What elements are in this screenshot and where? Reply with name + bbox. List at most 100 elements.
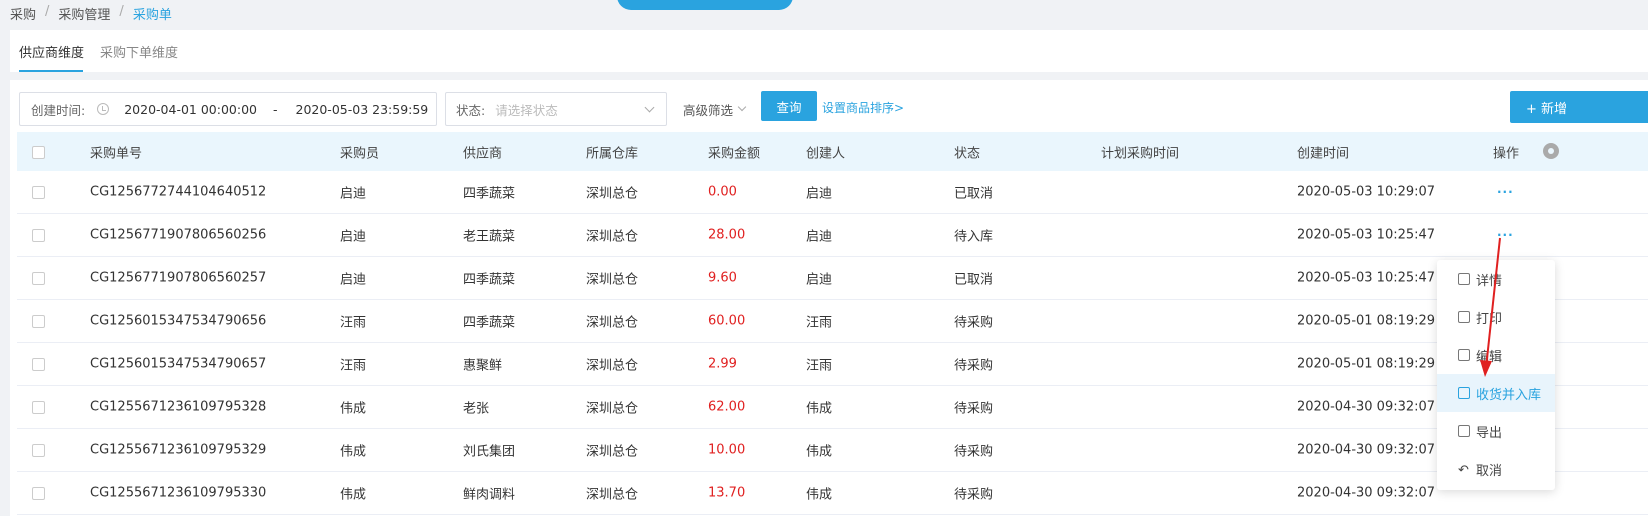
row-checkbox[interactable] (32, 229, 45, 242)
menu-item-edit[interactable]: 编辑 (1437, 336, 1555, 374)
cell-status: 已取消 (954, 186, 994, 202)
status-select[interactable]: 状态: 请选择状态 (445, 92, 667, 126)
tab-order-dimension[interactable]: 采购下单维度 (100, 42, 178, 61)
date-start-input[interactable]: 2020-04-01 00:00:00 (124, 102, 257, 117)
table-row[interactable]: CG1256015347534790656 汪雨 四季蔬菜 深圳总仓 60.00 汪雨 待采… (17, 300, 1648, 343)
row-more-actions-button[interactable]: ··· (1497, 228, 1514, 242)
advanced-filter-button[interactable]: 高级筛选 (683, 100, 747, 119)
row-checkbox[interactable] (32, 444, 45, 457)
date-range-picker[interactable]: 创建时间: 2020-04-01 00:00:00 - 2020-05-03 2… (19, 92, 437, 126)
cell-order-no: CG1256771907806560257 (90, 270, 267, 286)
row-actions-dropdown: 详情 打印 编辑 收货并入库 导出 ↶ 取消 (1437, 260, 1555, 490)
menu-item-export[interactable]: 导出 (1437, 412, 1555, 450)
table-row[interactable]: CG1256771907806560256 启迪 老王蔬菜 深圳总仓 28.00 启迪 待入… (17, 214, 1648, 257)
purchase-order-table: 采购单号 采购员 供应商 所属仓库 采购金额 创建人 状态 计划采购时间 创建时… (17, 132, 1648, 515)
breadcrumb-item-current: 采购单 (132, 8, 172, 23)
header-warehouse: 所属仓库 (586, 146, 639, 161)
cell-buyer: 启迪 (340, 186, 367, 202)
cell-supplier: 老张 (463, 401, 490, 417)
cell-creator: 启迪 (806, 229, 833, 245)
cell-creator: 汪雨 (806, 315, 833, 331)
row-checkbox[interactable] (32, 358, 45, 371)
cell-status: 待采购 (954, 444, 994, 460)
cell-supplier: 鲜肉调料 (463, 487, 516, 503)
cell-creator: 伟成 (806, 401, 833, 417)
row-more-actions-button[interactable]: ··· (1497, 185, 1514, 199)
cell-creator: 启迪 (806, 272, 833, 288)
cell-supplier: 四季蔬菜 (463, 315, 516, 331)
breadcrumb-item-management[interactable]: 采购管理 (58, 4, 110, 23)
breadcrumb-item-purchase[interactable]: 采购 (10, 4, 36, 23)
receive-icon (1458, 387, 1470, 399)
cell-amount: 10.00 (708, 442, 746, 458)
toast-banner (617, 0, 793, 10)
table-body: CG1256772744104640512 启迪 四季蔬菜 深圳总仓 0.00 启迪 已取消… (17, 171, 1648, 515)
cell-created-time: 2020-04-30 09:32:07 (1297, 399, 1436, 415)
row-checkbox[interactable] (32, 487, 45, 500)
table-row[interactable]: CG1255671236109795330 伟成 鲜肉调料 深圳总仓 13.70 伟成 待采… (17, 472, 1648, 515)
cell-created-time: 2020-04-30 09:32:07 (1297, 485, 1436, 501)
menu-item-print[interactable]: 打印 (1437, 298, 1555, 336)
header-creator: 创建人 (806, 146, 846, 161)
cell-buyer: 启迪 (340, 229, 367, 245)
cell-supplier: 四季蔬菜 (463, 272, 516, 288)
cell-creator: 伟成 (806, 487, 833, 503)
cell-warehouse: 深圳总仓 (586, 229, 639, 245)
status-placeholder: 请选择状态 (495, 102, 558, 118)
cell-warehouse: 深圳总仓 (586, 401, 639, 417)
cell-created-time: 2020-05-01 08:19:29 (1297, 356, 1436, 372)
add-new-button[interactable]: + 新增 (1510, 91, 1648, 123)
advanced-filter-label: 高级筛选 (683, 103, 734, 118)
cell-creator: 汪雨 (806, 358, 833, 374)
header-amount: 采购金额 (708, 146, 761, 161)
set-sort-link[interactable]: 设置商品排序> (822, 99, 904, 116)
cell-status: 待采购 (954, 315, 994, 331)
export-icon (1458, 425, 1470, 437)
cell-warehouse: 深圳总仓 (586, 358, 639, 374)
header-order-no: 采购单号 (90, 146, 143, 161)
date-separator: - (272, 101, 278, 117)
date-end-input[interactable]: 2020-05-03 23:59:59 (296, 102, 429, 117)
table-row[interactable]: CG1255671236109795328 伟成 老张 深圳总仓 62.00 伟成 待采购 2… (17, 386, 1648, 429)
breadcrumb-separator: / (45, 4, 50, 19)
cell-created-time: 2020-04-30 09:32:07 (1297, 442, 1436, 458)
tab-bar: 供应商维度 采购下单维度 (10, 30, 1648, 72)
header-supplier: 供应商 (463, 146, 503, 161)
header-actions: 操作 (1493, 146, 1520, 161)
row-checkbox[interactable] (32, 272, 45, 285)
cell-status: 已取消 (954, 272, 994, 288)
cell-order-no: CG1256015347534790657 (90, 356, 267, 372)
menu-item-cancel[interactable]: ↶ 取消 (1437, 450, 1555, 488)
cell-buyer: 启迪 (340, 272, 367, 288)
cell-amount: 60.00 (708, 313, 746, 329)
cell-amount: 2.99 (708, 356, 737, 372)
table-row[interactable]: CG1256772744104640512 启迪 四季蔬菜 深圳总仓 0.00 启迪 已取消… (17, 171, 1648, 214)
cell-warehouse: 深圳总仓 (586, 272, 639, 288)
cell-amount: 28.00 (708, 227, 746, 243)
status-label: 状态: (456, 102, 486, 118)
menu-item-label: 编辑 (1476, 349, 1503, 365)
menu-item-receive-stock[interactable]: 收货并入库 (1437, 374, 1555, 412)
row-checkbox[interactable] (32, 315, 45, 328)
cell-order-no: CG1256015347534790656 (90, 313, 267, 329)
header-buyer: 采购员 (340, 146, 380, 161)
row-checkbox[interactable] (32, 186, 45, 199)
chevron-down-icon (737, 102, 747, 112)
gear-icon[interactable] (1543, 143, 1559, 159)
cell-warehouse: 深圳总仓 (586, 186, 639, 202)
table-row[interactable]: CG1255671236109795329 伟成 刘氏集团 深圳总仓 10.00 伟成 待采… (17, 429, 1648, 472)
cell-buyer: 汪雨 (340, 315, 367, 331)
query-button[interactable]: 查询 (761, 91, 817, 121)
table-row[interactable]: CG1256771907806560257 启迪 四季蔬菜 深圳总仓 9.60 启迪 已取消… (17, 257, 1648, 300)
cell-buyer: 伟成 (340, 401, 367, 417)
row-checkbox[interactable] (32, 401, 45, 414)
active-tab-indicator (19, 70, 83, 72)
menu-item-detail[interactable]: 详情 (1437, 260, 1555, 298)
cell-status: 待采购 (954, 358, 994, 374)
table-row[interactable]: CG1256015347534790657 汪雨 惠聚鲜 深圳总仓 2.99 汪雨 待采购 2… (17, 343, 1648, 386)
tab-supplier-dimension[interactable]: 供应商维度 (19, 42, 84, 61)
cell-order-no: CG1255671236109795330 (90, 485, 267, 501)
cell-amount: 62.00 (708, 399, 746, 415)
select-all-checkbox[interactable] (32, 145, 45, 159)
cell-creator: 伟成 (806, 444, 833, 460)
